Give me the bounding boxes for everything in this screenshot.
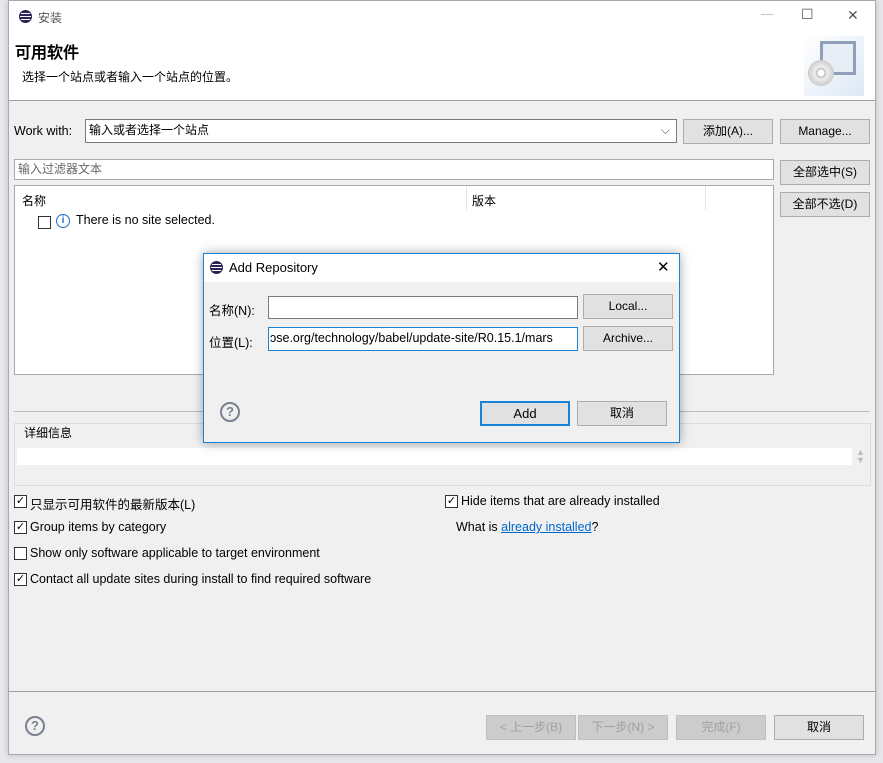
- minimize-button[interactable]: —: [761, 7, 774, 21]
- wizard-header: 可用软件 选择一个站点或者输入一个站点的位置。: [9, 32, 875, 101]
- title-bar: 安装 — ☐ ✕: [9, 1, 875, 32]
- contact-all-checkbox[interactable]: ✓: [14, 573, 27, 586]
- what-is-text: What is already installed?: [456, 520, 598, 534]
- what-is-label: What is: [456, 520, 502, 534]
- details-label: 详细信息: [24, 424, 73, 441]
- add-button[interactable]: Add: [480, 401, 570, 426]
- name-label: 名称(N):: [209, 304, 255, 318]
- location-label: 位置(L):: [209, 336, 253, 350]
- add-repository-dialog: Add Repository ✕ 名称(N): Local... 位置(L): …: [203, 253, 680, 443]
- show-latest-checkbox[interactable]: ✓: [14, 495, 27, 508]
- info-icon: i: [56, 214, 70, 228]
- dialog-title-bar: Add Repository ✕: [204, 254, 679, 282]
- column-header-version[interactable]: 版本: [472, 192, 496, 209]
- page-subtitle: 选择一个站点或者输入一个站点的位置。: [22, 70, 239, 84]
- show-applicable-checkbox[interactable]: [14, 547, 27, 560]
- eclipse-icon: [19, 10, 32, 23]
- eclipse-icon: [210, 261, 223, 274]
- work-with-label: Work with:: [14, 124, 73, 138]
- scroll-arrows-icon[interactable]: ▲ ▼: [856, 448, 865, 465]
- manage-button[interactable]: Manage...: [780, 119, 870, 144]
- dialog-title: Add Repository: [229, 260, 318, 275]
- maximize-button[interactable]: ☐: [801, 6, 814, 23]
- dialog-close-button[interactable]: ✕: [657, 258, 670, 276]
- window-title: 安装: [38, 11, 63, 25]
- work-with-combo[interactable]: 输入或者选择一个站点 ⌵: [85, 119, 677, 143]
- select-all-button[interactable]: 全部选中(S): [780, 160, 870, 185]
- local-button[interactable]: Local...: [583, 294, 673, 319]
- hide-installed-label: Hide items that are already installed: [461, 494, 660, 508]
- chevron-down-icon[interactable]: ⌵: [661, 120, 670, 140]
- add-site-button[interactable]: 添加(A)...: [683, 119, 773, 144]
- dialog-cancel-button[interactable]: 取消: [577, 401, 667, 426]
- name-input[interactable]: [268, 296, 578, 319]
- table-row[interactable]: There is no site selected.: [76, 213, 215, 227]
- contact-all-label: Contact all update sites during install …: [30, 572, 372, 586]
- next-button[interactable]: 下一步(N) >: [578, 715, 668, 740]
- hide-installed-checkbox[interactable]: ✓: [445, 495, 458, 508]
- page-title: 可用软件: [15, 45, 80, 62]
- dialog-help-icon[interactable]: ?: [220, 402, 240, 422]
- close-button[interactable]: ✕: [847, 7, 859, 24]
- back-button[interactable]: < 上一步(B): [486, 715, 576, 740]
- filter-input[interactable]: 输入过滤器文本: [14, 159, 774, 180]
- cancel-button[interactable]: 取消: [774, 715, 864, 740]
- work-with-value: 输入或者选择一个站点: [89, 123, 210, 137]
- deselect-all-button[interactable]: 全部不选(D): [780, 192, 870, 217]
- install-banner-icon: [804, 36, 864, 96]
- location-input[interactable]: ɔse.org/technology/babel/update-site/R0.…: [268, 327, 578, 351]
- finish-button[interactable]: 完成(F): [676, 715, 766, 740]
- already-installed-link[interactable]: already installed: [501, 520, 591, 534]
- group-by-category-label: Group items by category: [30, 520, 167, 534]
- row-checkbox[interactable]: [38, 216, 51, 229]
- column-header-name[interactable]: 名称: [22, 192, 46, 209]
- show-applicable-label: Show only software applicable to target …: [30, 546, 320, 560]
- archive-button[interactable]: Archive...: [583, 326, 673, 351]
- question-mark: ?: [591, 520, 599, 534]
- help-icon[interactable]: ?: [25, 716, 45, 736]
- show-latest-label: 只显示可用软件的最新版本(L): [30, 498, 196, 512]
- details-text[interactable]: [17, 448, 852, 465]
- group-by-category-checkbox[interactable]: ✓: [14, 521, 27, 534]
